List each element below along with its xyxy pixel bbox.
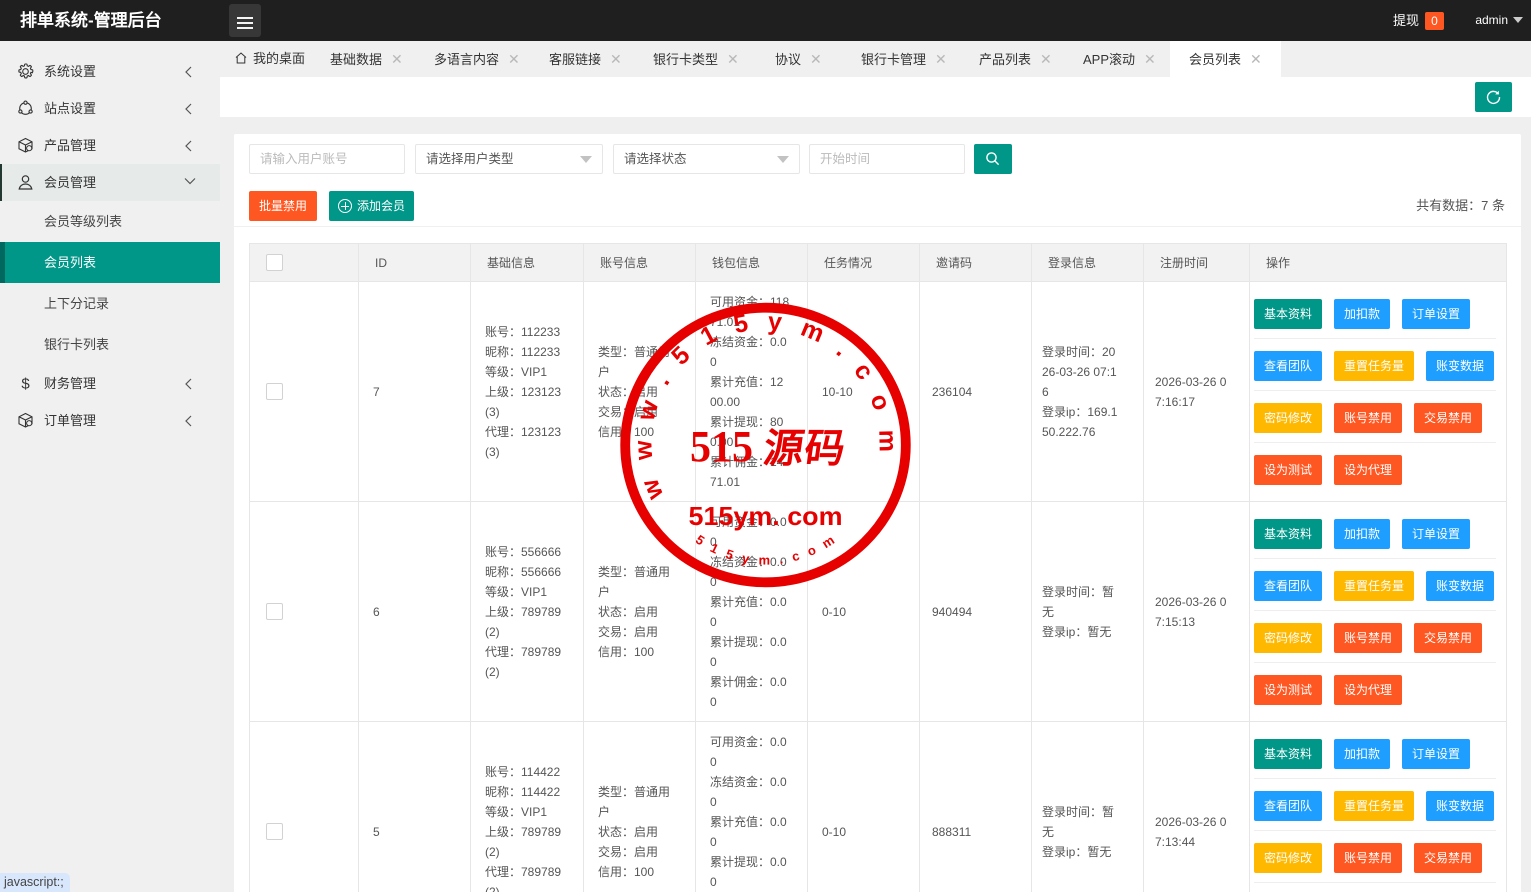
- svg-text:$: $: [21, 376, 30, 393]
